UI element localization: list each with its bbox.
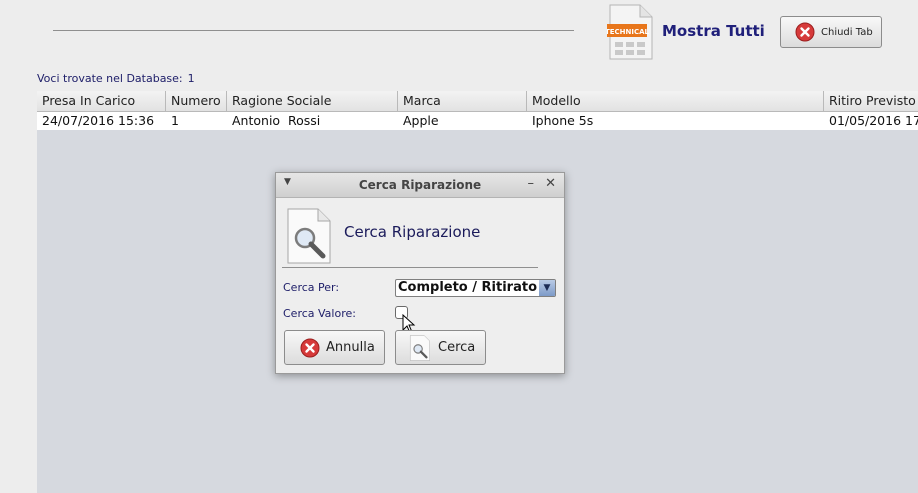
db-count: Voci trovate nel Database: 1 bbox=[37, 72, 200, 85]
close-circle-icon bbox=[300, 338, 320, 357]
minimize-icon[interactable]: – bbox=[528, 176, 535, 191]
toolbar-separator bbox=[53, 30, 574, 31]
column-header-marca[interactable]: Marca bbox=[397, 91, 526, 111]
technical-badge-text: TECHNICAL bbox=[607, 28, 650, 36]
search-value-label: Cerca Valore: bbox=[283, 307, 356, 320]
cell-marca: Apple bbox=[403, 113, 439, 128]
column-header-numero[interactable]: Numero bbox=[165, 91, 224, 111]
search-by-value: Completo / Ritirato bbox=[398, 280, 538, 295]
db-count-value: 1 bbox=[187, 72, 195, 85]
search-button[interactable]: Cerca bbox=[395, 330, 486, 365]
document-technical-icon[interactable]: TECHNICAL bbox=[607, 4, 653, 60]
cancel-label: Annulla bbox=[326, 340, 375, 355]
dropdown-arrow-icon[interactable]: ▼ bbox=[539, 280, 555, 296]
column-header-ragione-sociale[interactable]: Ragione Sociale bbox=[226, 91, 395, 111]
table-header: Presa In Carico Numero Ragione Sociale M… bbox=[37, 91, 918, 112]
db-count-label: Voci trovate nel Database: bbox=[37, 72, 183, 85]
cancel-button[interactable]: Annulla bbox=[284, 330, 385, 365]
dialog-heading: Cerca Riparazione bbox=[344, 223, 481, 241]
search-by-label: Cerca Per: bbox=[283, 281, 340, 294]
close-tab-label: Chiudi Tab bbox=[821, 26, 873, 38]
cell-presa-in-carico: 24/07/2016 15:36 bbox=[42, 113, 155, 128]
cell-numero: 1 bbox=[171, 113, 179, 128]
close-tab-button[interactable]: Chiudi Tab bbox=[780, 16, 882, 48]
search-repair-dialog: ▼ Cerca Riparazione – ✕ Cerca Riparazion… bbox=[275, 172, 565, 374]
dialog-window-title: Cerca Riparazione bbox=[358, 178, 482, 192]
cell-modello: Iphone 5s bbox=[532, 113, 594, 128]
search-by-select[interactable]: Completo / Ritirato ▼ bbox=[395, 279, 556, 297]
cell-ragione-sociale: Antonio Rossi bbox=[232, 113, 321, 128]
close-circle-icon bbox=[795, 22, 815, 42]
show-all-link[interactable]: Mostra Tutti bbox=[662, 22, 765, 40]
column-header-presa-in-carico[interactable]: Presa In Carico bbox=[37, 91, 165, 111]
column-header-ritiro-previsto[interactable]: Ritiro Previsto bbox=[823, 91, 918, 111]
close-icon[interactable]: ✕ bbox=[545, 176, 556, 191]
magnifier-document-icon bbox=[287, 208, 331, 264]
cell-ritiro-previsto: 01/05/2016 17: bbox=[829, 113, 918, 128]
table-row[interactable]: 24/07/2016 15:36 1 Antonio Rossi Apple I… bbox=[37, 112, 918, 130]
dialog-separator bbox=[282, 267, 538, 268]
column-header-modello[interactable]: Modello bbox=[526, 91, 822, 111]
magnifier-document-icon bbox=[409, 334, 430, 361]
dialog-titlebar[interactable]: ▼ Cerca Riparazione – ✕ bbox=[276, 173, 564, 198]
search-label: Cerca bbox=[438, 340, 476, 355]
